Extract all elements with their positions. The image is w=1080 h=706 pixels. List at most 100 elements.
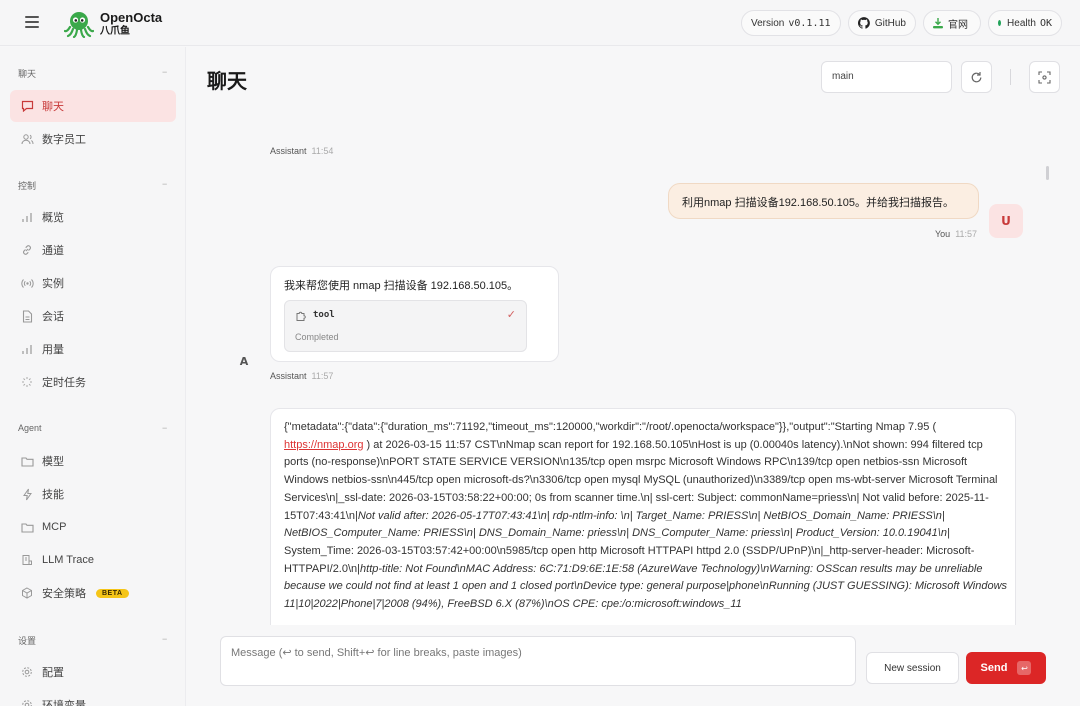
version-pill: Version v0.1.11 — [741, 10, 841, 36]
section-title-control: 控制 — [18, 181, 37, 191]
website-label: 官网 — [948, 19, 968, 31]
github-icon — [858, 17, 870, 29]
section-title-settings: 设置 — [18, 636, 37, 646]
sidebar-item-chat[interactable]: 聊天 — [10, 90, 176, 122]
send-button[interactable]: Send ↩ — [966, 652, 1046, 684]
nmap-link[interactable]: https://nmap.org — [284, 439, 364, 451]
brand[interactable]: OpenOcta 八爪鱼 — [100, 11, 162, 38]
new-session-button[interactable]: New session — [866, 652, 959, 684]
user-message-bubble: 利用nmap 扫描设备192.168.50.105。并给我扫描报告。 — [668, 183, 979, 219]
tool-output-text: {"metadata":{"data":{"duration_ms":71192… — [284, 419, 1009, 614]
users-icon — [20, 132, 34, 146]
sidebar-item-label: 定时任务 — [42, 377, 86, 389]
sidebar-item-instances[interactable]: 实例 — [10, 267, 176, 299]
broadcast-icon — [20, 276, 34, 290]
website-button[interactable]: 官网 — [923, 10, 981, 36]
sidebar-item-config[interactable]: 配置 — [10, 656, 176, 688]
user-avatar: U — [989, 204, 1023, 238]
sidebar: 聊天 − 聊天 数字员工 控制 − 概览 通道 实例 会话 用量 定时任务 Ag… — [0, 47, 186, 706]
document-icon — [20, 309, 34, 323]
sidebar-item-label: 环境变量 — [42, 700, 86, 706]
sidebar-item-security-policy[interactable]: 安全策略 BETA — [10, 577, 176, 609]
sidebar-item-sessions[interactable]: 会话 — [10, 300, 176, 332]
focus-button[interactable] — [1029, 61, 1060, 93]
sidebar-item-label: 会话 — [42, 311, 64, 323]
health-status: Health OK — [988, 10, 1062, 36]
output-text-italic: Not valid after: 2026-05-17T07:43:41\n| … — [284, 509, 950, 540]
health-label: Health — [1007, 17, 1036, 29]
sidebar-item-label: 数字员工 — [42, 134, 86, 146]
cube-icon — [20, 586, 34, 600]
sidebar-item-label: MCP — [42, 521, 67, 533]
folder-icon — [20, 520, 34, 534]
health-value: OK — [1039, 17, 1052, 29]
message-input[interactable]: Message (↩ to send, Shift+↩ for line bre… — [220, 636, 856, 686]
composer: Message (↩ to send, Shift+↩ for line bre… — [187, 625, 1080, 706]
sidebar-item-models[interactable]: 模型 — [10, 445, 176, 477]
message-meta: Assistant 11:57 — [270, 371, 333, 381]
message-meta: You 11:57 — [935, 229, 977, 239]
sidebar-item-usage[interactable]: 用量 — [10, 333, 176, 365]
version-value: v0.1.11 — [788, 17, 831, 29]
bolt-icon — [20, 487, 34, 501]
collapse-icon[interactable]: − — [162, 179, 167, 189]
sidebar-item-skills[interactable]: 技能 — [10, 478, 176, 510]
link-icon — [20, 243, 34, 257]
sidebar-item-label: 模型 — [42, 456, 64, 468]
menu-icon[interactable] — [25, 16, 39, 28]
chat-main: 聊天 main Assistant 11:54 利用nmap 扫描设备192.16… — [187, 47, 1080, 706]
sidebar-item-env-vars[interactable]: 环境变量 — [10, 689, 176, 706]
message-time: 11:54 — [311, 146, 334, 156]
brand-subtitle: 八爪鱼 — [100, 26, 130, 37]
refresh-icon — [971, 71, 982, 82]
session-input[interactable]: main — [821, 61, 952, 93]
scrollbar[interactable] — [1046, 166, 1049, 180]
tool-name: tool — [313, 310, 335, 320]
sidebar-item-label: LLM Trace — [42, 554, 94, 566]
assistant-avatar: A — [239, 354, 249, 368]
sidebar-item-digital-staff[interactable]: 数字员工 — [10, 123, 176, 155]
sidebar-item-channels[interactable]: 通道 — [10, 234, 176, 266]
collapse-icon[interactable]: − — [162, 634, 167, 644]
chat-bubble-icon — [20, 99, 34, 113]
check-icon: ✓ — [506, 308, 516, 321]
divider — [1010, 69, 1011, 85]
refresh-button[interactable] — [961, 61, 992, 93]
github-button[interactable]: GitHub — [848, 10, 916, 36]
sidebar-item-label: 概览 — [42, 212, 64, 224]
section-title-chat: 聊天 — [18, 69, 37, 79]
brand-name: OpenOcta — [100, 10, 163, 25]
sidebar-item-label: 用量 — [42, 344, 64, 356]
page-title: 聊天 — [207, 69, 247, 93]
trace-icon — [20, 553, 34, 567]
sidebar-item-mcp[interactable]: MCP — [10, 511, 176, 543]
folder-icon — [20, 454, 34, 468]
assistant-message-text: 我来帮您使用 nmap 扫描设备 192.168.50.105。 — [284, 280, 519, 292]
sidebar-item-label: 配置 — [42, 667, 64, 679]
sidebar-item-label: 安全策略 — [42, 588, 86, 600]
github-label: GitHub — [874, 17, 906, 29]
gear-icon — [20, 698, 34, 706]
collapse-icon[interactable]: − — [162, 423, 167, 433]
message-role: Assistant — [270, 371, 307, 381]
message-meta: Assistant 11:54 — [270, 146, 333, 156]
output-text-italic: http-title: Not Found\nMAC Address: 6C:7… — [284, 562, 1008, 611]
beta-badge: BETA — [96, 588, 129, 598]
top-bar: OpenOcta 八爪鱼 Version v0.1.11 GitHub 官网 H… — [0, 0, 1080, 46]
section-title-agent: Agent — [18, 423, 42, 433]
collapse-icon[interactable]: − — [162, 67, 167, 77]
message-time: 11:57 — [955, 229, 978, 239]
bar-chart-icon — [20, 342, 34, 356]
sidebar-item-llm-trace[interactable]: LLM Trace — [10, 544, 176, 576]
loader-icon — [20, 375, 34, 389]
sidebar-item-overview[interactable]: 概览 — [10, 201, 176, 233]
message-role: Assistant — [270, 146, 307, 156]
focus-icon — [1038, 70, 1051, 84]
tool-status: Completed — [295, 332, 339, 342]
health-dot-icon — [998, 20, 1002, 26]
octopus-logo-icon — [64, 12, 94, 38]
tool-call-card[interactable]: tool ✓ Completed — [284, 300, 527, 352]
enter-key-icon: ↩ — [1017, 661, 1032, 675]
assistant-message-bubble: 我来帮您使用 nmap 扫描设备 192.168.50.105。 tool ✓ … — [270, 266, 559, 362]
sidebar-item-cron[interactable]: 定时任务 — [10, 366, 176, 398]
